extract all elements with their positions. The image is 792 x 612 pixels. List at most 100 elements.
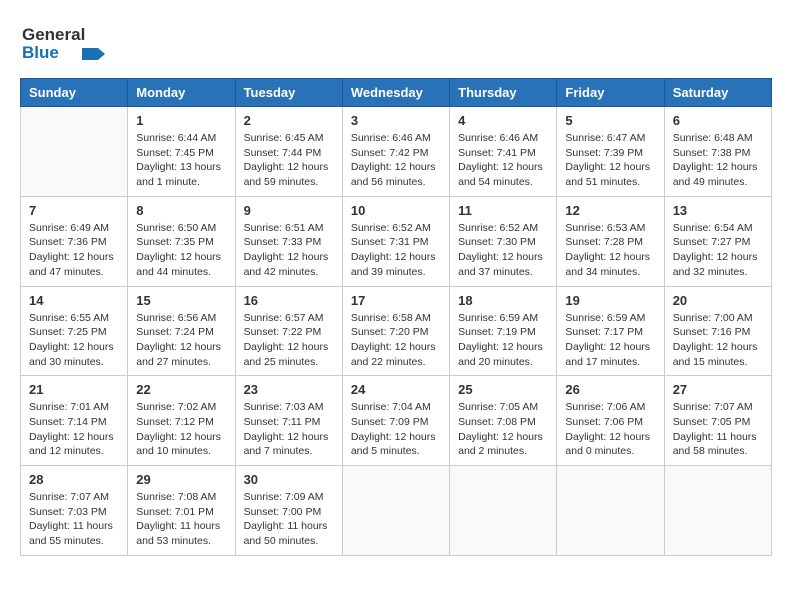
- weekday-header-wednesday: Wednesday: [342, 79, 449, 107]
- calendar-cell: [342, 466, 449, 556]
- day-number: 27: [673, 382, 763, 397]
- day-number: 12: [565, 203, 655, 218]
- calendar-cell: 17 Sunrise: 6:58 AM Sunset: 7:20 PM Dayli…: [342, 286, 449, 376]
- calendar-cell: [450, 466, 557, 556]
- day-number: 28: [29, 472, 119, 487]
- day-info: Sunrise: 7:05 AM Sunset: 7:08 PM Dayligh…: [458, 400, 548, 459]
- calendar-cell: 24Sunrise: 7:04 AM Sunset: 7:09 PM Dayli…: [342, 376, 449, 466]
- day-number: 3: [351, 113, 441, 128]
- calendar-cell: 28 Sunrise: 7:07 AM Sunset: 7:03 PM Dayli…: [21, 466, 128, 556]
- day-info: Sunrise: 6:46 AM Sunset: 7:42 PM Dayligh…: [351, 131, 441, 190]
- day-info: Sunrise: 7:00 AM Sunset: 7:16 PM Dayligh…: [673, 311, 763, 370]
- weekday-header-sunday: Sunday: [21, 79, 128, 107]
- day-number: 20: [673, 293, 763, 308]
- calendar-cell: 20 Sunrise: 7:00 AM Sunset: 7:16 PM Dayli…: [664, 286, 771, 376]
- svg-text:General: General: [22, 25, 85, 44]
- weekday-header-saturday: Saturday: [664, 79, 771, 107]
- day-number: 9: [244, 203, 334, 218]
- day-info: Sunrise: 7:02 AM Sunset: 7:12 PM Dayligh…: [136, 400, 226, 459]
- weekday-header-thursday: Thursday: [450, 79, 557, 107]
- calendar-cell: 5Sunrise: 6:47 AM Sunset: 7:39 PM Daylig…: [557, 107, 664, 197]
- day-info: Sunrise: 7:03 AM Sunset: 7:11 PM Dayligh…: [244, 400, 334, 459]
- day-info: Sunrise: 6:47 AM Sunset: 7:39 PM Dayligh…: [565, 131, 655, 190]
- day-number: 19: [565, 293, 655, 308]
- day-number: 15: [136, 293, 226, 308]
- day-info: Sunrise: 7:08 AM Sunset: 7:01 PM Dayligh…: [136, 490, 226, 549]
- calendar-cell: 30 Sunrise: 7:09 AM Sunset: 7:00 PM Dayli…: [235, 466, 342, 556]
- calendar-cell: 23 Sunrise: 7:03 AM Sunset: 7:11 PM Dayli…: [235, 376, 342, 466]
- day-info: Sunrise: 6:44 AM Sunset: 7:45 PM Dayligh…: [136, 131, 226, 190]
- calendar-cell: 14 Sunrise: 6:55 AM Sunset: 7:25 PM Dayli…: [21, 286, 128, 376]
- day-info: Sunrise: 6:46 AM Sunset: 7:41 PM Dayligh…: [458, 131, 548, 190]
- calendar-cell: 26 Sunrise: 7:06 AM Sunset: 7:06 PM Dayli…: [557, 376, 664, 466]
- calendar-cell: [21, 107, 128, 197]
- calendar-cell: 13 Sunrise: 6:54 AM Sunset: 7:27 PM Dayli…: [664, 196, 771, 286]
- day-info: Sunrise: 7:01 AM Sunset: 7:14 PM Dayligh…: [29, 400, 119, 459]
- calendar-header-row: SundayMondayTuesdayWednesdayThursdayFrid…: [21, 79, 772, 107]
- day-number: 26: [565, 382, 655, 397]
- calendar-cell: 7 Sunrise: 6:49 AM Sunset: 7:36 PM Daylig…: [21, 196, 128, 286]
- calendar-week-row: 7 Sunrise: 6:49 AM Sunset: 7:36 PM Daylig…: [21, 196, 772, 286]
- day-info: Sunrise: 6:45 AM Sunset: 7:44 PM Dayligh…: [244, 131, 334, 190]
- calendar-cell: 19Sunrise: 6:59 AM Sunset: 7:17 PM Dayli…: [557, 286, 664, 376]
- weekday-header-friday: Friday: [557, 79, 664, 107]
- day-info: Sunrise: 6:48 AM Sunset: 7:38 PM Dayligh…: [673, 131, 763, 190]
- day-info: Sunrise: 6:54 AM Sunset: 7:27 PM Dayligh…: [673, 221, 763, 280]
- day-info: Sunrise: 6:49 AM Sunset: 7:36 PM Dayligh…: [29, 221, 119, 280]
- day-number: 10: [351, 203, 441, 218]
- day-number: 4: [458, 113, 548, 128]
- calendar-week-row: 28 Sunrise: 7:07 AM Sunset: 7:03 PM Dayli…: [21, 466, 772, 556]
- calendar-cell: 3 Sunrise: 6:46 AM Sunset: 7:42 PM Daylig…: [342, 107, 449, 197]
- logo: General Blue: [20, 20, 105, 62]
- calendar-cell: 4 Sunrise: 6:46 AM Sunset: 7:41 PM Daylig…: [450, 107, 557, 197]
- logo-icon: General Blue: [20, 20, 105, 62]
- calendar-cell: 11Sunrise: 6:52 AM Sunset: 7:30 PM Dayli…: [450, 196, 557, 286]
- calendar-cell: 2 Sunrise: 6:45 AM Sunset: 7:44 PM Daylig…: [235, 107, 342, 197]
- day-number: 30: [244, 472, 334, 487]
- day-number: 17: [351, 293, 441, 308]
- day-info: Sunrise: 6:59 AM Sunset: 7:19 PM Dayligh…: [458, 311, 548, 370]
- day-info: Sunrise: 6:53 AM Sunset: 7:28 PM Dayligh…: [565, 221, 655, 280]
- calendar-week-row: 21 Sunrise: 7:01 AM Sunset: 7:14 PM Dayli…: [21, 376, 772, 466]
- day-number: 2: [244, 113, 334, 128]
- day-number: 18: [458, 293, 548, 308]
- day-info: Sunrise: 7:07 AM Sunset: 7:05 PM Dayligh…: [673, 400, 763, 459]
- calendar-cell: 22 Sunrise: 7:02 AM Sunset: 7:12 PM Dayli…: [128, 376, 235, 466]
- day-number: 14: [29, 293, 119, 308]
- day-number: 7: [29, 203, 119, 218]
- calendar-cell: [664, 466, 771, 556]
- day-number: 13: [673, 203, 763, 218]
- day-number: 8: [136, 203, 226, 218]
- day-number: 16: [244, 293, 334, 308]
- svg-text:Blue: Blue: [22, 43, 59, 62]
- calendar-table: SundayMondayTuesdayWednesdayThursdayFrid…: [20, 78, 772, 556]
- calendar-cell: 25Sunrise: 7:05 AM Sunset: 7:08 PM Dayli…: [450, 376, 557, 466]
- day-info: Sunrise: 6:51 AM Sunset: 7:33 PM Dayligh…: [244, 221, 334, 280]
- day-info: Sunrise: 7:07 AM Sunset: 7:03 PM Dayligh…: [29, 490, 119, 549]
- day-number: 24: [351, 382, 441, 397]
- day-number: 22: [136, 382, 226, 397]
- day-info: Sunrise: 6:57 AM Sunset: 7:22 PM Dayligh…: [244, 311, 334, 370]
- calendar-week-row: 1 Sunrise: 6:44 AM Sunset: 7:45 PM Daylig…: [21, 107, 772, 197]
- calendar-cell: 9 Sunrise: 6:51 AM Sunset: 7:33 PM Daylig…: [235, 196, 342, 286]
- day-number: 1: [136, 113, 226, 128]
- calendar-cell: 1 Sunrise: 6:44 AM Sunset: 7:45 PM Daylig…: [128, 107, 235, 197]
- calendar-cell: 12 Sunrise: 6:53 AM Sunset: 7:28 PM Dayli…: [557, 196, 664, 286]
- day-info: Sunrise: 6:52 AM Sunset: 7:31 PM Dayligh…: [351, 221, 441, 280]
- day-info: Sunrise: 6:56 AM Sunset: 7:24 PM Dayligh…: [136, 311, 226, 370]
- day-info: Sunrise: 6:50 AM Sunset: 7:35 PM Dayligh…: [136, 221, 226, 280]
- calendar-cell: [557, 466, 664, 556]
- calendar-cell: 15 Sunrise: 6:56 AM Sunset: 7:24 PM Dayli…: [128, 286, 235, 376]
- day-number: 23: [244, 382, 334, 397]
- day-info: Sunrise: 6:55 AM Sunset: 7:25 PM Dayligh…: [29, 311, 119, 370]
- weekday-header-monday: Monday: [128, 79, 235, 107]
- calendar-cell: 29 Sunrise: 7:08 AM Sunset: 7:01 PM Dayli…: [128, 466, 235, 556]
- day-info: Sunrise: 6:52 AM Sunset: 7:30 PM Dayligh…: [458, 221, 548, 280]
- day-number: 29: [136, 472, 226, 487]
- day-info: Sunrise: 7:06 AM Sunset: 7:06 PM Dayligh…: [565, 400, 655, 459]
- weekday-header-tuesday: Tuesday: [235, 79, 342, 107]
- day-number: 21: [29, 382, 119, 397]
- day-number: 6: [673, 113, 763, 128]
- day-info: Sunrise: 7:09 AM Sunset: 7:00 PM Dayligh…: [244, 490, 334, 549]
- day-info: Sunrise: 6:58 AM Sunset: 7:20 PM Dayligh…: [351, 311, 441, 370]
